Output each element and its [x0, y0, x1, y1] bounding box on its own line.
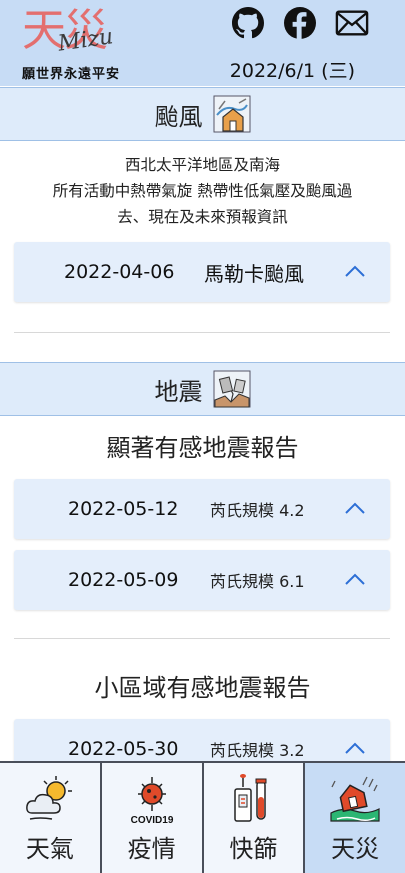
typhoon-item[interactable]: 2022-04-06 馬勒卡颱風: [14, 242, 390, 302]
quake-item-magnitude: 芮氏規模 4.2: [210, 501, 305, 520]
tab-disaster-label: 天災: [331, 834, 380, 863]
tab-weather[interactable]: 天氣: [0, 763, 102, 873]
covid19-icon-text: COVID19: [130, 815, 173, 825]
quake-item-magnitude: 芮氏規模 3.2: [210, 741, 305, 760]
weather-icon: [25, 775, 72, 820]
logo-slogan: 願世界永遠平安: [22, 67, 121, 82]
typhoon-desc-line: 所有活動中熱帶氣旋 熱帶性低氣壓及颱風過: [52, 182, 353, 200]
chevron-up-icon[interactable]: [344, 499, 366, 517]
quake-item-date: 2022-05-09: [68, 569, 179, 591]
typhoon-section-header: 颱風: [0, 87, 405, 141]
logo[interactable]: 天災 Mizu 願世界永遠平安: [18, 0, 158, 84]
typhoon-desc-line: 去、現在及未來預報資訊: [117, 208, 288, 226]
disaster-icon: [330, 776, 380, 822]
typhoon-desc-line: 西北太平洋地區及南海: [124, 156, 280, 174]
typhoon-item-date: 2022-04-06: [64, 261, 175, 283]
tab-rapid-test-label: 快篩: [229, 834, 278, 863]
typhoon-description: 西北太平洋地區及南海 所有活動中熱帶氣旋 熱帶性低氣壓及颱風過 去、現在及未來預…: [0, 152, 405, 230]
earthquake-icon: [213, 370, 250, 408]
tab-epidemic-label: 疫情: [127, 834, 176, 863]
covid19-icon: COVID19: [130, 776, 173, 825]
quake-item-date: 2022-05-30: [68, 738, 179, 760]
github-icon[interactable]: [231, 7, 265, 39]
tab-epidemic[interactable]: COVID19 疫情: [102, 763, 204, 873]
chevron-up-icon[interactable]: [344, 570, 366, 588]
felt-quake-title: 顯著有感地震報告: [106, 434, 299, 462]
quake-item-date: 2022-05-12: [68, 498, 179, 520]
mail-icon[interactable]: [335, 8, 369, 38]
tab-weather-label: 天氣: [25, 834, 74, 863]
app-header: 天災 Mizu 願世界永遠平安 2022/6/1 (三): [0, 0, 405, 86]
local-quake-title: 小區域有感地震報告: [94, 674, 311, 702]
earthquake-title: 地震: [154, 377, 203, 406]
quake-item[interactable]: 2022-05-09 芮氏規模 6.1: [14, 550, 390, 610]
chevron-up-icon[interactable]: [344, 739, 366, 757]
social-links: [231, 7, 369, 39]
tab-rapid-test[interactable]: 快篩: [204, 763, 306, 873]
earthquake-section-header: 地震: [0, 362, 405, 416]
chevron-up-icon[interactable]: [344, 262, 366, 280]
facebook-icon[interactable]: [283, 7, 317, 39]
tab-disaster[interactable]: 天災: [305, 763, 405, 873]
quake-item-magnitude: 芮氏規模 6.1: [210, 572, 305, 591]
typhoon-title: 颱風: [154, 102, 203, 131]
rapid-test-icon: [234, 773, 267, 822]
bottom-nav: 天氣 COVID19 疫情 快篩 天災: [0, 761, 405, 873]
typhoon-item-name: 馬勒卡颱風: [204, 261, 304, 286]
typhoon-icon: [213, 95, 250, 133]
section-divider: [14, 638, 390, 639]
section-divider: [14, 332, 390, 333]
quake-item[interactable]: 2022-05-12 芮氏規模 4.2: [14, 479, 390, 539]
current-date: 2022/6/1 (三): [229, 60, 355, 82]
